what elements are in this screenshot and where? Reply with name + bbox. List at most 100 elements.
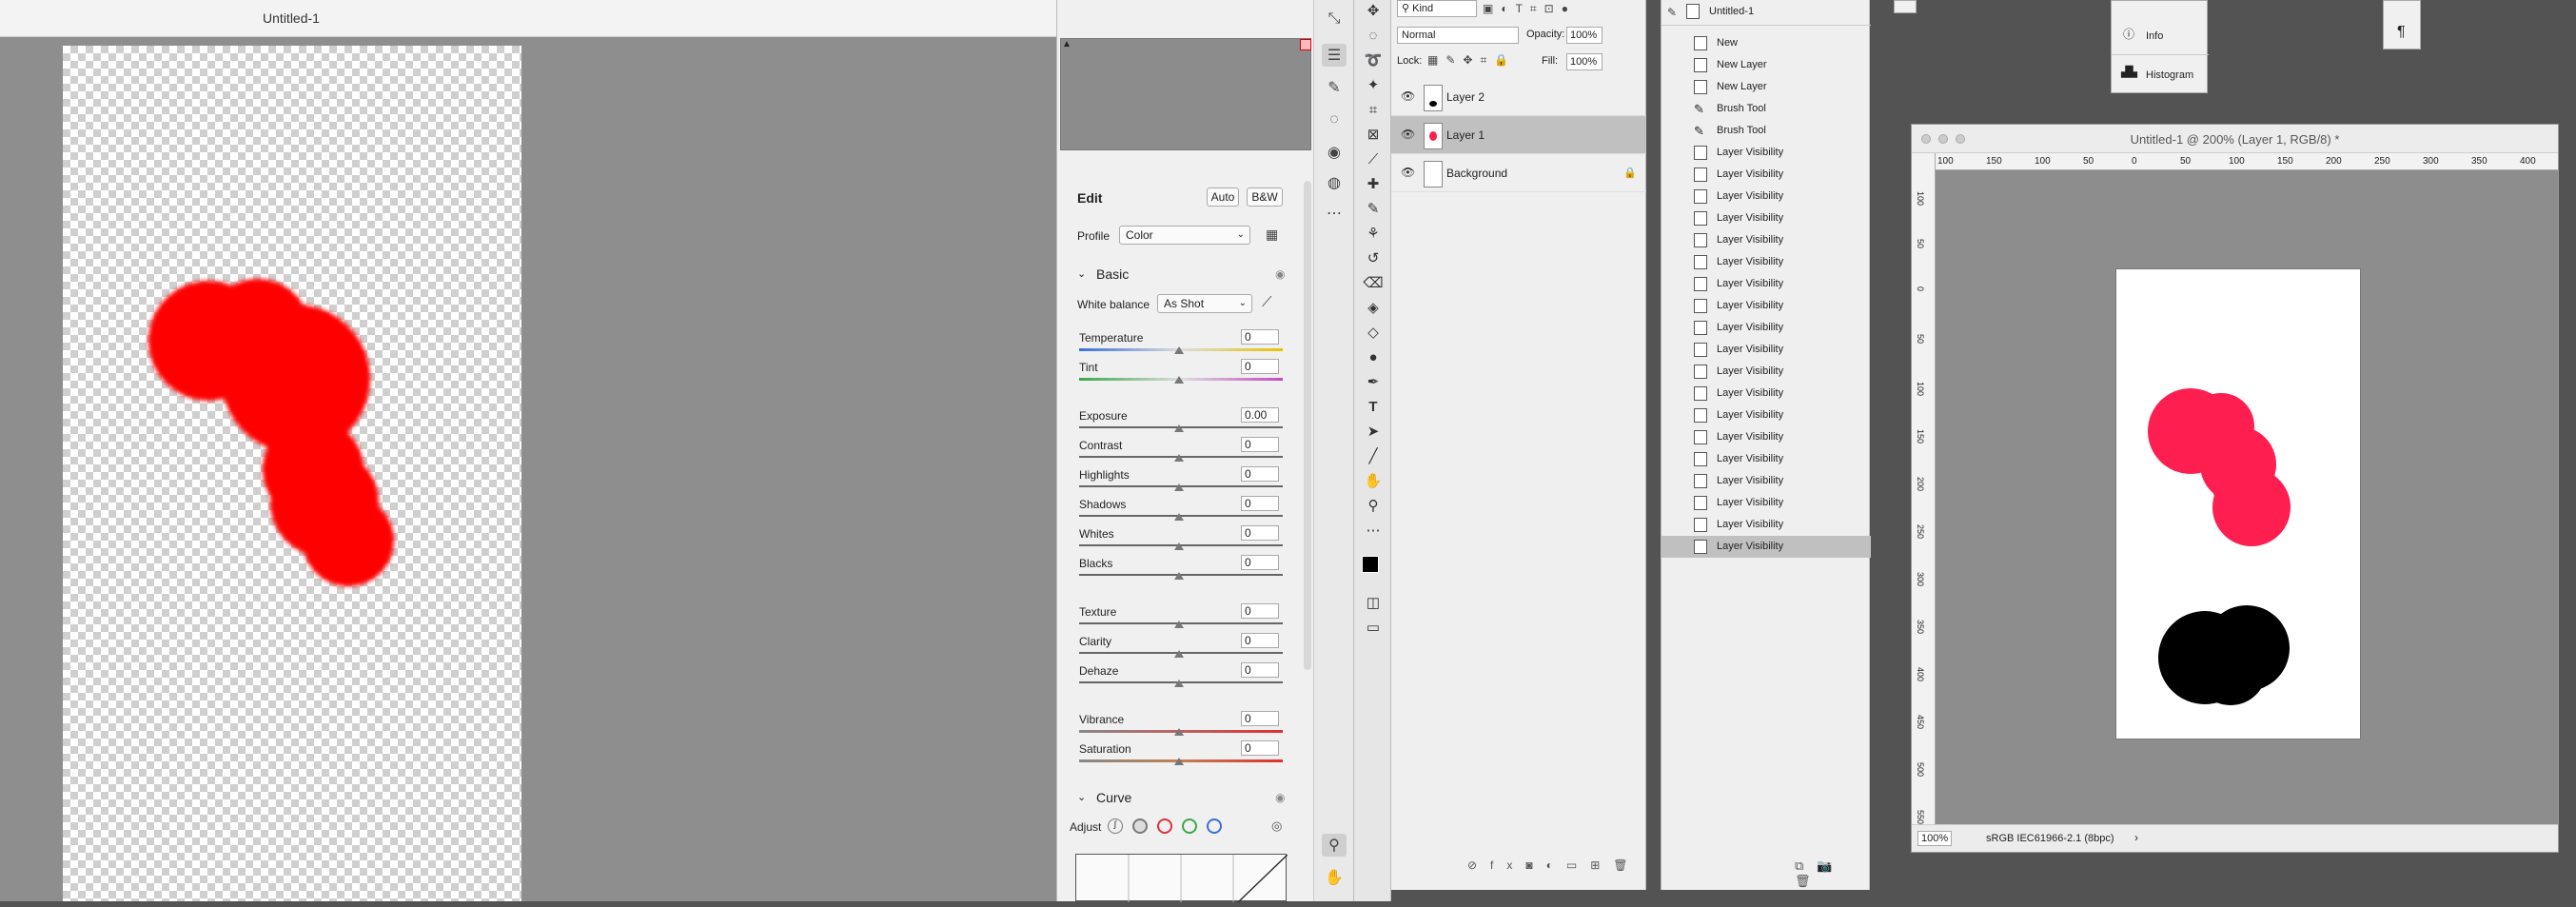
screen-mode-icon[interactable]: ▭ [1362, 617, 1385, 638]
clipping-highlight-icon[interactable] [1300, 39, 1311, 50]
opacity-input[interactable]: 100% [1566, 27, 1603, 44]
slider-thumb-vibrance[interactable] [1174, 728, 1184, 736]
slider-value-highlights[interactable]: 0 [1241, 466, 1279, 482]
history-item[interactable]: Layer Visibility [1662, 207, 1871, 229]
slider-thumb-tint[interactable] [1174, 376, 1184, 384]
history-brush-icon[interactable]: ↺ [1362, 247, 1385, 268]
path-select-icon[interactable]: ➤ [1362, 421, 1385, 442]
collapsed-panel-button[interactable] [1894, 0, 1917, 13]
history-item[interactable]: Layer Visibility [1662, 164, 1871, 186]
slider-thumb-temperature[interactable] [1174, 346, 1184, 354]
curve-graph[interactable] [1075, 854, 1288, 903]
eye-icon[interactable]: ◉ [1275, 267, 1285, 281]
red-channel-icon[interactable] [1157, 818, 1172, 834]
slider-thumb-exposure[interactable] [1174, 424, 1184, 432]
presets-icon[interactable]: ◍ [1322, 171, 1347, 194]
chevron-right-icon[interactable]: › [2134, 831, 2138, 844]
slider-value-temperature[interactable]: 0 [1241, 329, 1279, 345]
edit-sliders-icon[interactable]: ☰ [1322, 44, 1347, 67]
history-item[interactable]: New [1662, 32, 1871, 54]
masking-icon[interactable]: ◌ [1322, 108, 1347, 131]
slider-value-texture[interactable]: 0 [1241, 603, 1279, 619]
history-item[interactable]: Layer Visibility [1662, 186, 1871, 207]
auto-button[interactable]: Auto [1207, 187, 1239, 207]
hand-icon[interactable]: ✋ [1322, 866, 1347, 889]
chevron-down-icon[interactable]: ⌄ [1077, 791, 1086, 803]
line-tool-icon[interactable]: ╱ [1362, 445, 1385, 466]
slider-thumb-contrast[interactable] [1174, 454, 1184, 462]
paragraph-icon[interactable]: ¶ [2397, 24, 2406, 41]
dodge-tool-icon[interactable]: ● [1362, 346, 1385, 367]
histogram-panel-label[interactable]: Histogram [2146, 69, 2193, 81]
lasso-tool-icon[interactable]: ➰ [1362, 49, 1385, 70]
redeye-icon[interactable]: ◉ [1322, 141, 1347, 164]
slider-value-clarity[interactable]: 0 [1241, 633, 1279, 648]
eyedropper-icon[interactable]: ⟋ [1262, 294, 1281, 313]
clone-stamp-icon[interactable]: ⚘ [1362, 223, 1385, 244]
pen-tool-icon[interactable]: ✒ [1362, 371, 1385, 392]
parametric-curve-icon[interactable]: ∫ [1108, 818, 1123, 834]
histogram-icon[interactable]: ▟▙ [2121, 66, 2137, 78]
history-item[interactable]: New Layer [1662, 54, 1871, 76]
profile-browser-icon[interactable]: ▦ [1266, 227, 1283, 244]
history-item[interactable]: Layer Visibility [1662, 383, 1871, 404]
document-canvas[interactable] [2115, 268, 2361, 739]
ruler-horizontal[interactable]: 100 150 100 50 0 50 100 150 200 250 300 350 400 [1936, 153, 2558, 170]
crop-tool-icon[interactable]: ⌗ [1362, 99, 1385, 120]
basic-section-title[interactable]: Basic [1096, 266, 1129, 282]
chevron-down-icon[interactable]: ⌄ [1077, 267, 1086, 280]
zoom-level-input[interactable]: 100% [1917, 831, 1952, 846]
history-item[interactable]: ✎ Brush Tool [1662, 120, 1871, 142]
info-panel-label[interactable]: Info [2146, 30, 2163, 42]
eraser-tool-icon[interactable]: ⌫ [1362, 272, 1385, 293]
hand-tool-icon[interactable]: ✋ [1362, 470, 1385, 491]
bw-button[interactable]: B&W [1247, 187, 1283, 207]
layer-actions[interactable]: ⊘fx◙◐▭⊞🗑 [1467, 858, 1642, 872]
history-item[interactable]: Layer Visibility [1662, 273, 1871, 295]
slider-thumb-clarity[interactable] [1174, 650, 1184, 658]
eye-icon[interactable]: 👁 [1401, 166, 1415, 179]
history-item[interactable]: Layer Visibility [1662, 142, 1871, 164]
slider-value-dehaze[interactable]: 0 [1241, 662, 1279, 678]
history-item[interactable]: Layer Visibility [1662, 295, 1871, 317]
slider-thumb-texture[interactable] [1174, 621, 1184, 628]
ruler-vertical[interactable]: 100 50 0 50 100 150 200 250 300 350 400 450 500 550 [1912, 153, 1936, 824]
blend-mode-select[interactable]: Normal [1397, 27, 1519, 44]
slider-thumb-shadows[interactable] [1174, 513, 1184, 521]
history-item[interactable]: Layer Visibility [1662, 426, 1871, 448]
slider-value-contrast[interactable]: 0 [1241, 437, 1279, 452]
zoom-tool-icon[interactable]: ⚲ [1362, 495, 1385, 516]
history-item[interactable]: Layer Visibility [1662, 404, 1871, 426]
slider-thumb-blacks[interactable] [1174, 572, 1184, 580]
eye-icon[interactable]: ◉ [1275, 791, 1285, 804]
edit-panel-scrollbar[interactable] [1304, 181, 1311, 670]
history-actions[interactable]: ⧉📷🗑 [1795, 858, 1869, 889]
brush-tool-icon[interactable]: ✎ [1362, 198, 1385, 219]
history-item[interactable]: Layer Visibility [1662, 448, 1871, 470]
blue-channel-icon[interactable] [1207, 818, 1222, 834]
history-item[interactable]: Layer Visibility [1662, 251, 1871, 273]
history-item[interactable]: New Layer [1662, 76, 1871, 98]
slider-value-whites[interactable]: 0 [1241, 525, 1279, 541]
history-item[interactable]: Layer Visibility [1662, 514, 1871, 536]
slider-value-blacks[interactable]: 0 [1241, 555, 1279, 570]
history-item[interactable]: Layer Visibility [1662, 470, 1871, 492]
target-adjust-icon[interactable]: ◎ [1271, 818, 1287, 834]
foreground-color-swatch[interactable] [1362, 556, 1379, 573]
slider-thumb-dehaze[interactable] [1174, 680, 1184, 687]
blur-tool-icon[interactable]: ◇ [1362, 322, 1385, 343]
history-item[interactable]: Layer Visibility [1662, 229, 1871, 251]
info-icon[interactable]: ⓘ [2123, 26, 2134, 42]
magic-wand-icon[interactable]: ✦ [1362, 74, 1385, 95]
snapshot-thumbnail[interactable] [1686, 4, 1700, 19]
curve-section-title[interactable]: Curve [1096, 790, 1131, 805]
slider-value-tint[interactable]: 0 [1241, 359, 1279, 374]
point-curve-white-icon[interactable] [1132, 818, 1148, 834]
filter-kind-select[interactable]: ⚲ Kind [1397, 0, 1477, 17]
history-brush-source-icon[interactable]: ✎ [1667, 6, 1677, 19]
layer-row-layer-2[interactable]: 👁 Layer 2 [1391, 78, 1646, 116]
crop-straighten-icon[interactable]: ⤡ [1322, 8, 1347, 30]
history-item[interactable]: Layer Visibility [1662, 536, 1871, 558]
slider-value-exposure[interactable]: 0.00 [1241, 407, 1279, 423]
layer-row-background[interactable]: 👁 Background 🔒 [1391, 154, 1646, 192]
